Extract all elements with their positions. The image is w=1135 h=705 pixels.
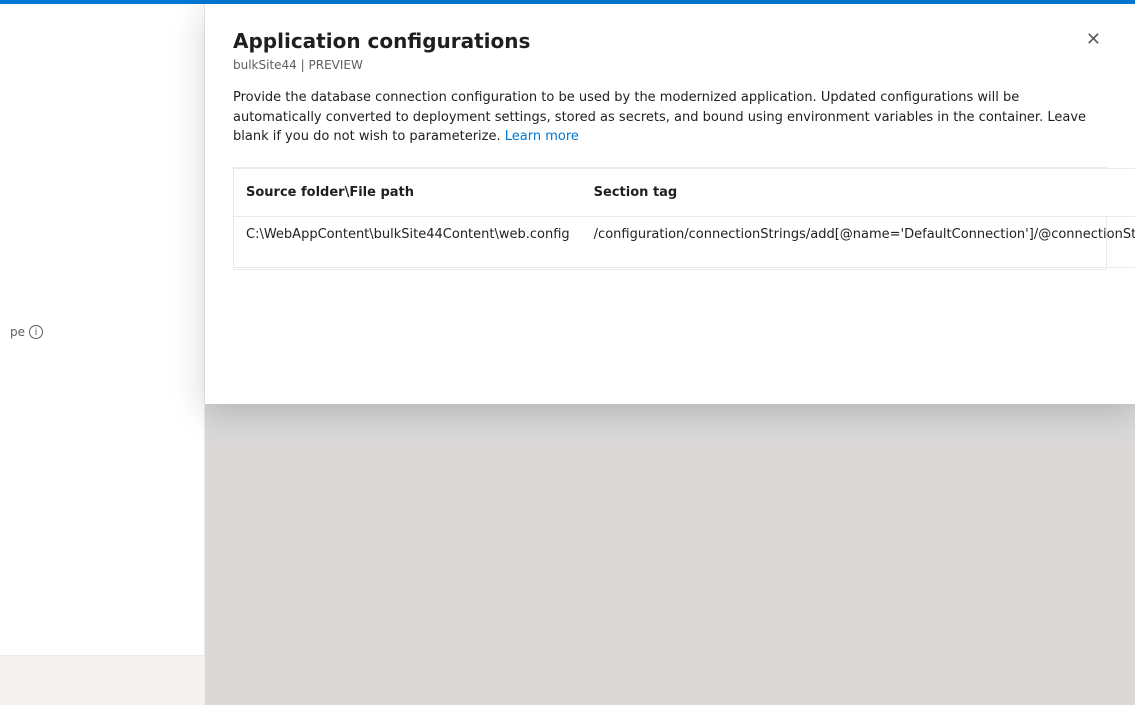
description-main: Provide the database connection configur… <box>233 90 1086 144</box>
modal-title: Application configurations <box>233 28 530 54</box>
sidebar-label-text: pe <box>10 325 25 339</box>
info-icon[interactable]: i <box>29 325 43 339</box>
cell-section: /configuration/connectionStrings/add[@na… <box>582 217 1135 268</box>
source-value: C:\WebAppContent\bulkSite44Content\web.c… <box>246 227 570 242</box>
modal-subtitle: bulkSite44 | PREVIEW <box>233 58 1107 72</box>
config-table: Source folder\File path Section tag Attr… <box>234 168 1135 269</box>
subtitle-separator: | <box>301 58 309 72</box>
table-row: C:\WebAppContent\bulkSite44Content\web.c… <box>234 217 1135 268</box>
sidebar-label: pe i <box>10 325 43 339</box>
col-header-source: Source folder\File path <box>234 169 582 217</box>
section-value: /configuration/connectionStrings/add[@na… <box>594 227 1135 242</box>
modal-panel: Application configurations ✕ bulkSite44 … <box>205 4 1135 404</box>
sidebar-bottom-bar <box>0 655 205 705</box>
description-text: Provide the database connection configur… <box>233 88 1107 147</box>
learn-more-link[interactable]: Learn more <box>505 129 579 144</box>
subtitle-app: bulkSite44 <box>233 58 297 72</box>
cell-source: C:\WebAppContent\bulkSite44Content\web.c… <box>234 217 582 268</box>
modal-header: Application configurations ✕ <box>233 28 1107 54</box>
col-header-section: Section tag <box>582 169 1135 217</box>
subtitle-badge: PREVIEW <box>309 58 363 72</box>
sidebar-background <box>0 4 205 705</box>
modal-overlay: Application configurations ✕ bulkSite44 … <box>205 4 1135 705</box>
table-header-row: Source folder\File path Section tag Attr… <box>234 169 1135 217</box>
config-table-wrapper: Source folder\File path Section tag Attr… <box>233 167 1107 270</box>
close-button[interactable]: ✕ <box>1080 28 1107 50</box>
